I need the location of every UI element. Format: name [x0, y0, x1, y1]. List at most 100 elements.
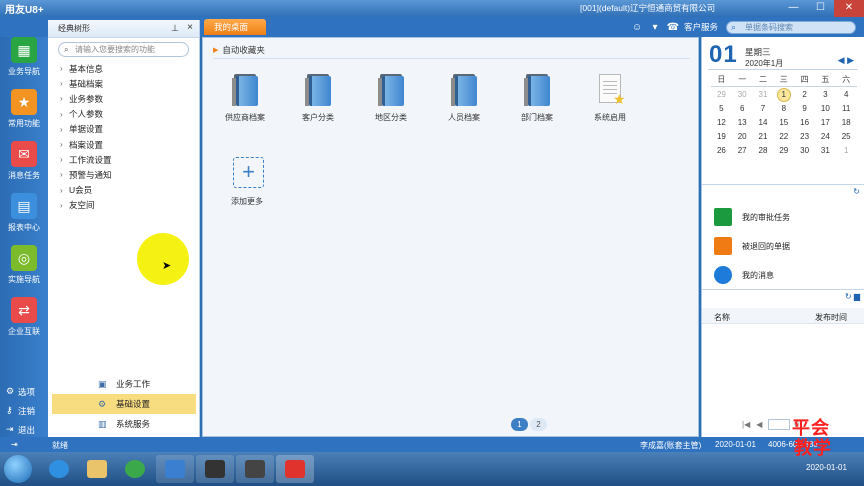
- module-tab-basic-settings[interactable]: ⚙ 基础设置: [52, 394, 196, 414]
- calendar-day-cell[interactable]: 4: [836, 88, 857, 102]
- tree-item[interactable]: › 基础档案: [60, 76, 199, 91]
- module-tab-system-service[interactable]: ▥ 系统服务: [48, 414, 200, 434]
- maximize-button[interactable]: ☐: [807, 0, 834, 17]
- calendar-day-cell[interactable]: 22: [773, 130, 794, 144]
- page-input[interactable]: [768, 419, 791, 430]
- tree-item[interactable]: › 友空间: [60, 198, 199, 213]
- calendar-day-cell[interactable]: 11: [836, 102, 857, 116]
- customer-service-menu[interactable]: 客户服务: [684, 21, 718, 33]
- prev-month-icon[interactable]: ◀: [838, 55, 845, 65]
- calendar-day-cell[interactable]: 18: [836, 116, 857, 130]
- next-month-icon[interactable]: ▶: [847, 55, 854, 65]
- calendar-day-cell[interactable]: 15: [773, 116, 794, 130]
- calendar-day-cell[interactable]: 9: [794, 102, 815, 116]
- calendar-day-cell[interactable]: 12: [711, 116, 732, 130]
- refresh-icon[interactable]: ↻: [853, 187, 860, 196]
- calendar-day-cell[interactable]: 17: [815, 116, 836, 130]
- calendar-day-cell[interactable]: 16: [794, 116, 815, 130]
- tree-item[interactable]: › 业务参数: [60, 91, 199, 106]
- calendar-day-cell[interactable]: 24: [815, 130, 836, 144]
- taskbar-app2[interactable]: [196, 455, 234, 483]
- nav-reports[interactable]: ▤ 报表中心: [0, 193, 48, 233]
- logout-link[interactable]: ⚷ 注销: [6, 401, 35, 420]
- envelope-icon: ✉: [11, 141, 37, 167]
- calendar-day-cell[interactable]: 29: [711, 88, 732, 102]
- nav-favorites[interactable]: ★ 常用功能: [0, 89, 48, 129]
- calendar-day-cell[interactable]: 20: [732, 130, 753, 144]
- calendar-day-cell[interactable]: 29: [773, 144, 794, 158]
- calendar-day-cell[interactable]: 31: [753, 88, 774, 102]
- app-icon: [165, 460, 185, 478]
- calendar-day-cell[interactable]: 8: [773, 102, 794, 116]
- calendar-day-cell[interactable]: 13: [732, 116, 753, 130]
- calendar-day-cell[interactable]: 19: [711, 130, 732, 144]
- page-1-button[interactable]: 1: [511, 418, 528, 431]
- taskbar-browser[interactable]: [116, 455, 154, 483]
- calendar-day-cell[interactable]: 1: [773, 88, 794, 102]
- taskbar-ie[interactable]: [40, 455, 78, 483]
- taskbar-explorer[interactable]: [78, 455, 116, 483]
- calendar-day-cell[interactable]: 14: [753, 116, 774, 130]
- tree-item[interactable]: › 单据设置: [60, 122, 199, 137]
- tree-item[interactable]: › 个人参数: [60, 107, 199, 122]
- calendar-day-cell[interactable]: 3: [815, 88, 836, 102]
- calendar-day-cell[interactable]: 1: [836, 144, 857, 158]
- calendar-day-cell[interactable]: 30: [794, 144, 815, 158]
- calendar-day-cell[interactable]: 25: [836, 130, 857, 144]
- nav-business[interactable]: ▦ 业务导航: [0, 37, 48, 77]
- page-2-button[interactable]: 2: [530, 418, 547, 431]
- dropdown-icon[interactable]: ▾: [648, 20, 662, 34]
- close-icon[interactable]: ×: [187, 22, 193, 33]
- add-more-button[interactable]: +: [233, 157, 264, 188]
- barcode-search-input[interactable]: ⌕ 单据条码搜索: [726, 20, 856, 34]
- smiley-icon[interactable]: ☺: [630, 20, 644, 34]
- tree-item[interactable]: › 预警与通知: [60, 167, 199, 182]
- today-marker: 1: [776, 88, 791, 102]
- tree-item[interactable]: › 档案设置: [60, 137, 199, 152]
- nav-implementation[interactable]: ◎ 实施导航: [0, 245, 48, 285]
- app-region-class[interactable]: 地区分类: [361, 74, 421, 123]
- task-my-messages[interactable]: 我的消息: [714, 266, 774, 284]
- pin-icon[interactable]: ⊥: [171, 23, 179, 34]
- refresh-icon[interactable]: ↻: [845, 292, 852, 301]
- tree-header: 经典树形 ⊥ ×: [48, 20, 199, 38]
- calendar-day-cell[interactable]: 23: [794, 130, 815, 144]
- nav-enterprise[interactable]: ⇄ 企业互联: [0, 297, 48, 337]
- calendar-day-cell[interactable]: 2: [794, 88, 815, 102]
- tab-my-desktop[interactable]: 我的桌面: [204, 19, 266, 35]
- app-customer-class[interactable]: 客户分类: [288, 74, 348, 123]
- tree-item[interactable]: › 基本信息: [60, 61, 199, 76]
- function-search-input[interactable]: ⌕ 请输入您要搜索的功能: [58, 42, 189, 57]
- task-returned-docs[interactable]: 被退回的单据: [714, 237, 790, 255]
- close-button[interactable]: ✕: [834, 0, 864, 17]
- minimize-button[interactable]: —: [780, 0, 807, 17]
- prev-page-icon[interactable]: ◀: [756, 420, 762, 429]
- app-department-file[interactable]: 部门档案: [507, 74, 567, 123]
- bookmark-icon[interactable]: ▆: [854, 292, 860, 301]
- taskbar-u8[interactable]: [276, 455, 314, 483]
- calendar-day-cell[interactable]: 5: [711, 102, 732, 116]
- windows-start-icon[interactable]: [4, 455, 32, 483]
- calendar-day-cell[interactable]: 27: [732, 144, 753, 158]
- app-system-enable[interactable]: ★ 系统启用: [580, 74, 640, 123]
- calendar-day-cell[interactable]: 26: [711, 144, 732, 158]
- first-page-icon[interactable]: |◀: [742, 420, 750, 429]
- options-link[interactable]: ⚙ 选项: [6, 382, 35, 401]
- tree-item[interactable]: › 工作流设置: [60, 152, 199, 167]
- app-supplier-file[interactable]: 供应商档案: [215, 74, 275, 123]
- nav-messages[interactable]: ✉ 消息任务: [0, 141, 48, 181]
- calendar-day-cell[interactable]: 10: [815, 102, 836, 116]
- calendar-day-cell[interactable]: 6: [732, 102, 753, 116]
- calendar-day-cell[interactable]: 31: [815, 144, 836, 158]
- calendar-day-cell[interactable]: 28: [753, 144, 774, 158]
- module-tab-business[interactable]: ▣ 业务工作: [48, 374, 200, 394]
- calendar-day-cell[interactable]: 30: [732, 88, 753, 102]
- app-personnel-file[interactable]: 人员档案: [434, 74, 494, 123]
- expand-icon[interactable]: ⇥: [11, 440, 18, 449]
- calendar-day-cell[interactable]: 7: [753, 102, 774, 116]
- taskbar-app3[interactable]: [236, 455, 274, 483]
- tree-item[interactable]: › U会员: [60, 183, 199, 198]
- taskbar-app1[interactable]: [156, 455, 194, 483]
- calendar-day-cell[interactable]: 21: [753, 130, 774, 144]
- task-my-approval[interactable]: 我的审批任务: [714, 208, 790, 226]
